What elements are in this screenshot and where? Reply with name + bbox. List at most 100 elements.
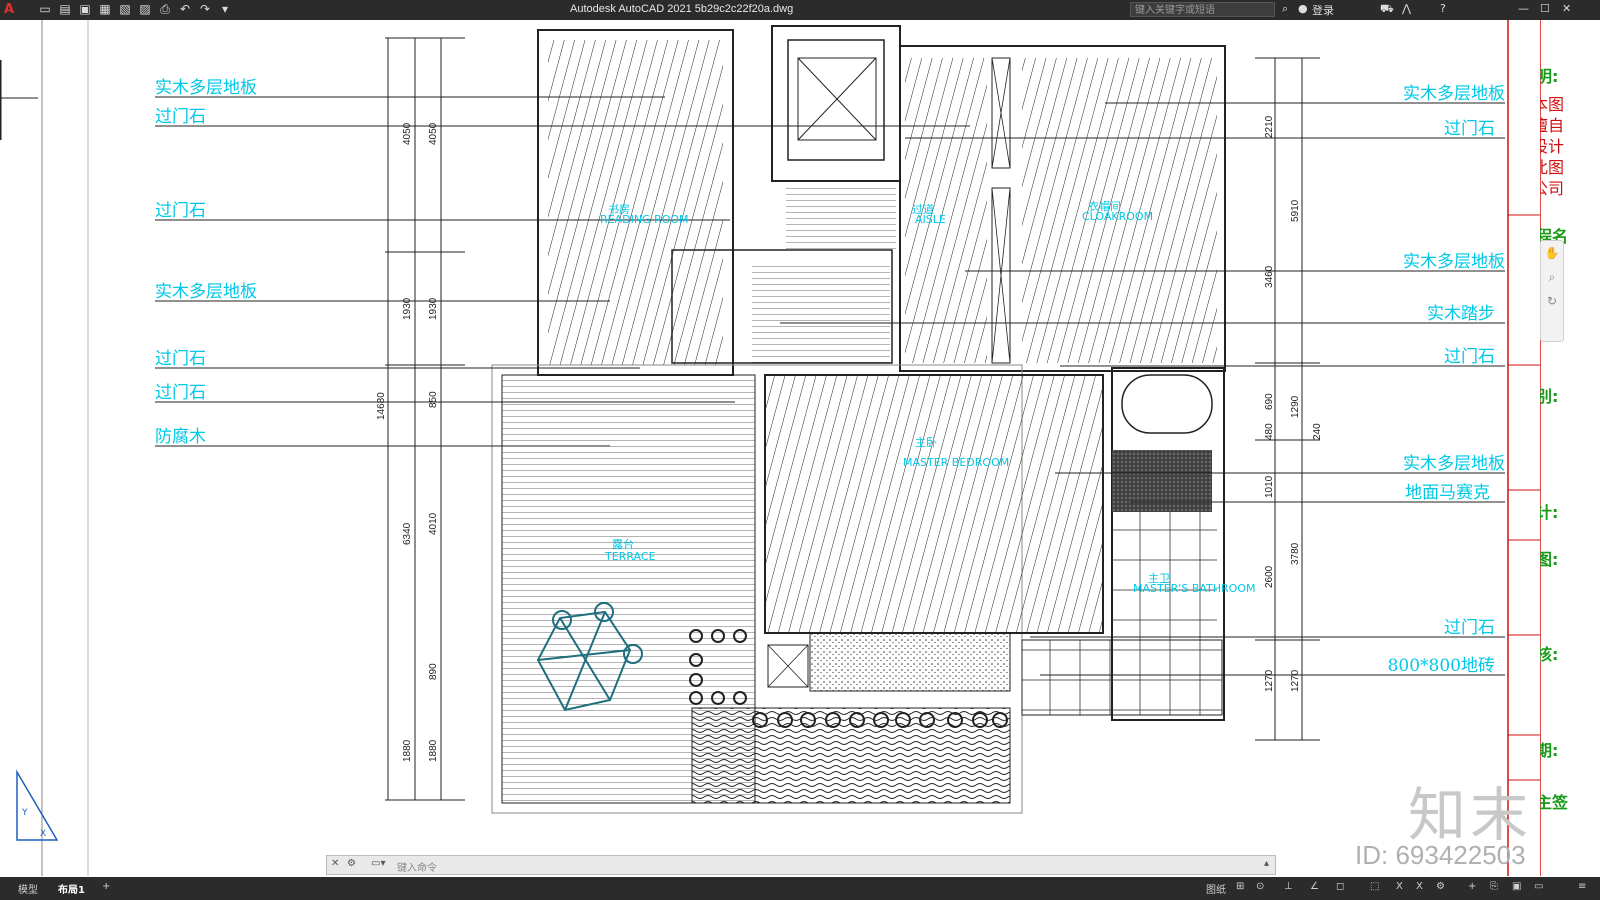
label-right-6: 地面马赛克 (1405, 482, 1490, 503)
publish-icon[interactable]: ▧ (118, 2, 132, 16)
maximize-icon[interactable]: ☐ (1540, 2, 1550, 15)
osnap-icon[interactable]: ◻ (1336, 881, 1344, 892)
annotation-visibility-icon[interactable]: Ⅹ (1416, 881, 1423, 892)
statement-line-4: 公司 (1540, 179, 1564, 198)
snap-icon[interactable]: ⊙ (1256, 881, 1264, 892)
recent-commands-icon[interactable]: ▭▾ (371, 858, 385, 869)
dim-left-outer-3: 1880 (402, 739, 413, 762)
ortho-icon[interactable]: ⊥ (1284, 881, 1293, 892)
statement-line-2: 设计 (1540, 137, 1564, 156)
paper-space-toggle[interactable]: 图纸 (1206, 881, 1226, 896)
label-left-4: 过门石 (155, 349, 206, 369)
cart-icon[interactable]: ⛟ (1380, 2, 1394, 17)
watermark-id: ID: 693422503 (1355, 840, 1526, 870)
grid-icon[interactable]: ⊞ (1236, 881, 1244, 892)
autocad-logo-icon[interactable]: A (4, 2, 14, 17)
dim-left-inner-5: 1880 (428, 739, 439, 762)
statement-line-1: 擅自 (1540, 116, 1564, 135)
date-label: 日期: (1540, 741, 1558, 760)
dim-right-outer-0: 5910 (1290, 199, 1301, 222)
statement-line-3: 此图 (1540, 158, 1564, 177)
room-master: 主卧 (915, 436, 937, 449)
dim-right-inner-0: 2210 (1264, 115, 1275, 138)
label-left-6: 防腐木 (155, 427, 206, 447)
annotation-scale-icon[interactable]: Ⅹ (1396, 881, 1403, 892)
label-right-4: 过门石 (1444, 347, 1495, 367)
label-right-0: 实木多层地板 (1403, 84, 1505, 104)
autodesk-app-icon[interactable]: ⋀ (1402, 2, 1411, 15)
dim-right-outer-1: 1290 (1290, 395, 1301, 418)
floor-plan (491, 25, 1226, 814)
label-right-2: 实木多层地板 (1403, 252, 1505, 272)
dim-right-inner-3: 480 (1264, 423, 1275, 440)
pan-icon[interactable]: ✋ (1541, 241, 1563, 265)
clean-screen-icon[interactable]: ▭ (1534, 881, 1543, 892)
redo-icon[interactable]: ↷ (198, 2, 212, 16)
dimension-lines-left (385, 37, 465, 801)
dim-right-inner-5: 2600 (1264, 565, 1275, 588)
room-study-en: READING ROOM (600, 213, 689, 226)
ucs-icon: Y X (16, 769, 59, 841)
navigation-bar[interactable]: ✋ ⌕ ↻ (1540, 240, 1564, 342)
room-terrace: 露台 (612, 537, 634, 551)
hardware-accel-icon[interactable]: ▣ (1512, 881, 1521, 892)
workspace-gear-icon[interactable]: ⚙ (1436, 881, 1445, 892)
dim-extra: 240 (1312, 423, 1323, 440)
label-left-3: 实木多层地板 (155, 282, 257, 302)
isolate-icon[interactable]: ⎘ (1490, 881, 1498, 892)
dim-right-outer-2: 3780 (1290, 542, 1301, 565)
room-cloak-en: CLOAKROOM (1082, 210, 1153, 223)
quick-access-toolbar: ▭ ▤ ▣ ▦ ▧ ▨ ⎙ ↶ ↷ ▾ (38, 2, 232, 16)
orbit-icon[interactable]: ↻ (1541, 289, 1563, 313)
print-icon[interactable]: ⎙ (158, 2, 172, 16)
label-left-0: 实木多层地板 (155, 78, 257, 98)
room-corridor-en: AISLE (915, 213, 946, 226)
customization-menu-icon[interactable]: ≡ (1578, 881, 1586, 892)
dim-left-inner-3: 4010 (428, 512, 439, 535)
polar-icon[interactable]: ∠ (1310, 881, 1319, 892)
help-search-input[interactable]: 键入关键字或短语 (1130, 2, 1275, 17)
room-terrace-en: TERRACE (604, 550, 656, 563)
design-label: 设计: (1540, 503, 1558, 522)
customize-command-icon[interactable]: ⚙ (347, 858, 356, 869)
dim-right-inner-6: 1270 (1264, 669, 1275, 692)
plot-preview-icon[interactable]: ▨ (138, 2, 152, 16)
login-link[interactable]: 登录 (1312, 2, 1334, 18)
dim-right-outer-3: 1270 (1290, 669, 1301, 692)
drawing-canvas[interactable]: Y X 4050 4050 1930 1930 14680 850 6340 4… (0, 20, 1540, 876)
tab-model[interactable]: 模型 (18, 881, 38, 896)
label-left-5: 过门石 (155, 383, 206, 403)
search-icon[interactable]: ⌕ (1282, 2, 1288, 16)
undo-icon[interactable]: ↶ (178, 2, 192, 16)
close-command-icon[interactable]: ✕ (331, 858, 339, 869)
drafting-label: 制图: (1540, 550, 1558, 569)
command-input[interactable]: 键入命令 (397, 859, 437, 874)
save-as-icon[interactable]: ▦ (98, 2, 112, 16)
window-title: Autodesk AutoCAD 2021 5b29c2c22f20a.dwg (570, 3, 794, 15)
customize-dropdown-icon[interactable]: ▾ (218, 2, 232, 16)
drawing-type-label: 图别: (1540, 387, 1558, 406)
help-icon[interactable]: ? (1440, 2, 1446, 15)
dim-left-inner-2: 850 (428, 391, 439, 408)
dim-right-inner-4: 1010 (1264, 475, 1275, 498)
user-icon[interactable]: ● (1298, 2, 1308, 15)
add-layout-button[interactable]: + (102, 881, 110, 892)
new-file-icon[interactable]: ▭ (38, 2, 52, 16)
selection-cycling-icon[interactable]: ⬚ (1370, 881, 1379, 892)
label-right-3: 实木踏步 (1427, 304, 1495, 324)
command-line[interactable]: ✕ ⚙ ▭▾ 键入命令 ▴ (326, 855, 1276, 875)
dim-right-inner-1: 3460 (1264, 265, 1275, 288)
dim-left-inner-4: 890 (428, 663, 439, 680)
save-icon[interactable]: ▣ (78, 2, 92, 16)
minimize-icon[interactable]: — (1518, 2, 1529, 15)
command-history-icon[interactable]: ▴ (1264, 858, 1269, 869)
room-bath-en: MASTER'S BATHROOM (1133, 582, 1255, 595)
plus-icon[interactable]: + (1468, 881, 1476, 892)
tab-layout1[interactable]: 布局1 (58, 881, 85, 896)
zoom-icon[interactable]: ⌕ (1541, 265, 1563, 289)
dim-total: 14680 (376, 392, 387, 420)
close-icon[interactable]: ✕ (1562, 2, 1571, 15)
status-bar: 模型 布局1 + 图纸 ⊞ ⊙ ⊥ ∠ ◻ ⬚ Ⅹ Ⅹ ⚙ + ⎘ ▣ ▭ ≡ (0, 877, 1600, 900)
open-file-icon[interactable]: ▤ (58, 2, 72, 16)
review-label: 审核: (1540, 645, 1558, 664)
